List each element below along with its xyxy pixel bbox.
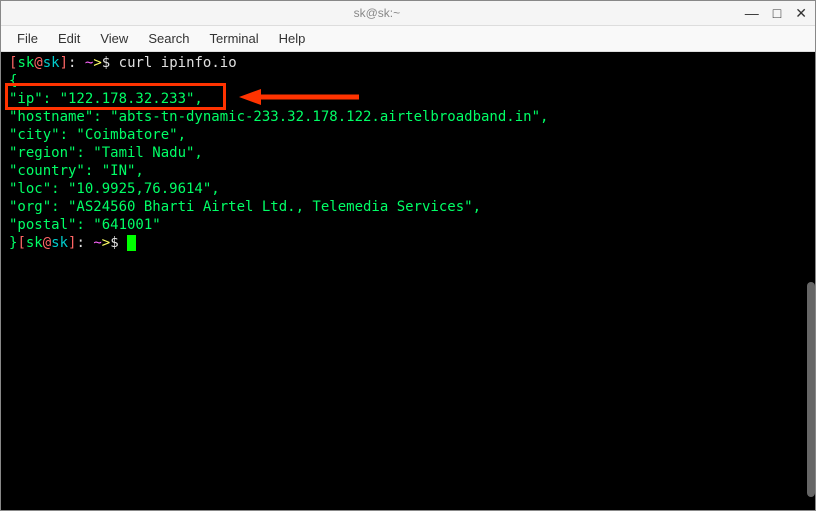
menu-file[interactable]: File: [9, 29, 46, 48]
window-controls: — □ ✕: [745, 6, 807, 20]
json-country: "country": "IN",: [9, 162, 811, 180]
close-button[interactable]: ✕: [795, 6, 807, 20]
terminal-area[interactable]: [sk@sk]: ~>$ curl ipinfo.io { "ip": "122…: [1, 52, 815, 510]
json-ip: "ip": "122.178.32.233",: [9, 90, 811, 108]
json-loc: "loc": "10.9925,76.9614",: [9, 180, 811, 198]
terminal-line-prompt1: [sk@sk]: ~>$ curl ipinfo.io: [9, 54, 811, 72]
json-org: "org": "AS24560 Bharti Airtel Ltd., Tele…: [9, 198, 811, 216]
cursor-icon: [127, 235, 136, 251]
minimize-button[interactable]: —: [745, 6, 759, 20]
scrollbar-thumb[interactable]: [807, 282, 815, 497]
menu-bar: File Edit View Search Terminal Help: [1, 26, 815, 52]
json-open: {: [9, 72, 811, 90]
terminal-line-prompt2: }[sk@sk]: ~>$: [9, 234, 811, 252]
menu-help[interactable]: Help: [271, 29, 314, 48]
maximize-button[interactable]: □: [773, 6, 781, 20]
json-hostname: "hostname": "abts-tn-dynamic-233.32.178.…: [9, 108, 811, 126]
window-title: sk@sk:~: [9, 6, 745, 20]
menu-edit[interactable]: Edit: [50, 29, 88, 48]
window-titlebar: sk@sk:~ — □ ✕: [1, 1, 815, 26]
json-region: "region": "Tamil Nadu",: [9, 144, 811, 162]
scrollbar[interactable]: [807, 52, 815, 510]
menu-terminal[interactable]: Terminal: [202, 29, 267, 48]
menu-view[interactable]: View: [92, 29, 136, 48]
menu-search[interactable]: Search: [140, 29, 197, 48]
json-city: "city": "Coimbatore",: [9, 126, 811, 144]
json-postal: "postal": "641001": [9, 216, 811, 234]
command-text: curl ipinfo.io: [119, 55, 237, 71]
